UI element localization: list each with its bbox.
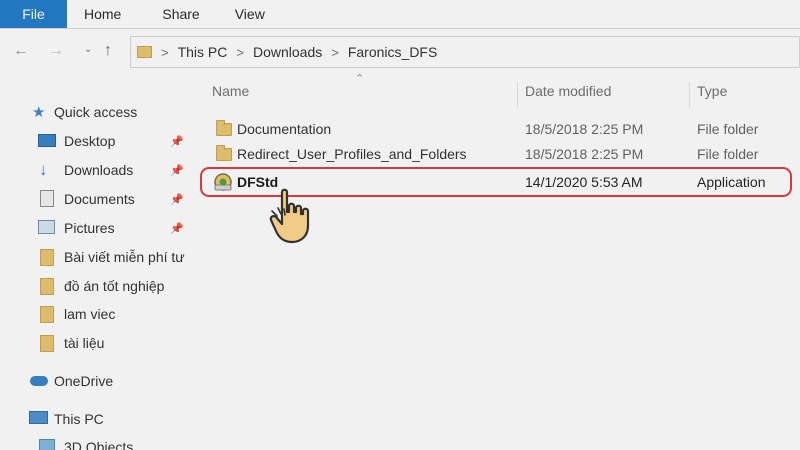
file-date: 18/5/2018 2:25 PM [525,146,644,162]
folder-icon [216,145,232,161]
pictures-icon [38,220,55,234]
file-name: Documentation [237,121,332,137]
sidebar-item-this-pc[interactable]: This PC [0,406,200,432]
sidebar-item-folder[interactable]: Bài viết miễn phí tư [0,244,200,270]
sidebar-item-label: Quick access [54,104,138,120]
sidebar-item-label: Documents [64,191,135,207]
file-type: File folder [697,121,759,137]
sidebar-item-label: OneDrive [54,373,114,389]
forward-arrow-icon[interactable]: → [48,42,64,60]
sort-ascending-icon: ⌃ [355,73,365,85]
file-type: File folder [697,146,759,162]
navigation-pane: ★ Quick access Desktop 📌 ↓ Downloads 📌 D… [0,96,200,450]
folder-icon [216,120,232,136]
folder-icon [40,306,54,323]
sidebar-item-pictures[interactable]: Pictures 📌 [0,215,200,241]
folder-icon [40,278,54,295]
sidebar-item-folder[interactable]: tài liệu [0,330,200,356]
sidebar-item-onedrive[interactable]: OneDrive [0,368,200,394]
sidebar-item-label: Pictures [64,220,115,236]
pin-icon: 📌 [170,193,184,206]
chevron-right-icon: > [236,44,244,60]
tab-home[interactable]: Home [67,0,138,28]
pin-icon: 📌 [170,222,184,235]
cloud-icon [30,376,48,386]
sidebar-item-documents[interactable]: Documents 📌 [0,186,200,212]
up-arrow-icon[interactable]: ↑ [104,42,112,60]
column-divider[interactable] [689,82,690,108]
download-arrow-icon: ↓ [39,160,48,179]
sidebar-item-quick-access[interactable]: ★ Quick access [0,99,200,125]
sidebar-item-label: tài liệu [64,335,105,351]
column-divider[interactable] [517,82,518,108]
address-bar[interactable]: > This PC > Downloads > Faronics_DFS [130,36,800,68]
folder-icon [137,46,152,58]
chevron-right-icon: > [161,44,169,60]
file-list: ⌃ Name Date modified Type Documentation … [200,73,800,450]
pin-icon: 📌 [170,164,184,177]
computer-icon [29,411,48,424]
chevron-right-icon: > [331,44,339,60]
list-item[interactable]: Redirect_User_Profiles_and_Folders 18/5/… [200,142,800,166]
breadcrumb-this-pc[interactable]: This PC [178,44,228,60]
file-date: 18/5/2018 2:25 PM [525,121,644,137]
tab-share[interactable]: Share [138,0,216,28]
sidebar-item-label: Bài viết miễn phí tư [64,249,185,265]
sidebar-item-label: Desktop [64,133,116,149]
sidebar-item-folder[interactable]: lam viec [0,301,200,327]
folder-icon [40,249,54,266]
cube-icon [39,439,55,450]
sidebar-item-label: Downloads [64,162,134,178]
file-name: Redirect_User_Profiles_and_Folders [237,146,467,162]
sidebar-item-label: đồ án tốt nghiệp [64,278,165,294]
tab-view[interactable]: View [217,0,282,28]
folder-icon [40,335,54,352]
breadcrumb-faronics-dfs[interactable]: Faronics_DFS [348,44,437,60]
sidebar-item-label: lam viec [64,306,116,322]
breadcrumb-downloads[interactable]: Downloads [253,44,322,60]
pin-icon: 📌 [170,135,184,148]
sidebar-item-desktop[interactable]: Desktop 📌 [0,128,200,154]
application-icon [214,173,232,191]
column-header-date-modified[interactable]: Date modified [525,83,611,99]
sidebar-item-downloads[interactable]: ↓ Downloads 📌 [0,157,200,183]
sidebar-item-folder[interactable]: đồ án tốt nghiệp [0,273,200,299]
recent-locations-chevron-icon[interactable]: ⌄ [84,44,92,55]
list-item[interactable]: Documentation 18/5/2018 2:25 PM File fol… [200,117,800,141]
sidebar-item-label: 3D Objects [64,439,134,450]
sidebar-item-3d-objects[interactable]: 3D Objects [0,434,200,450]
hand-pointer-icon [269,188,310,244]
star-icon: ★ [32,104,46,121]
column-header-type[interactable]: Type [697,83,727,99]
back-arrow-icon[interactable]: ← [13,42,29,60]
tab-file[interactable]: File [0,0,67,28]
navigation-bar: ← → ⌄ ↑ > This PC > Downloads > Faronics… [0,30,800,74]
column-header-name[interactable]: Name [212,83,249,99]
file-type: Application [697,174,766,190]
file-date: 14/1/2020 5:53 AM [525,174,643,190]
ribbon-tabs: File Home Share View [0,0,800,29]
sidebar-item-label: This PC [54,411,104,427]
document-icon [40,190,54,207]
desktop-icon [38,134,56,147]
